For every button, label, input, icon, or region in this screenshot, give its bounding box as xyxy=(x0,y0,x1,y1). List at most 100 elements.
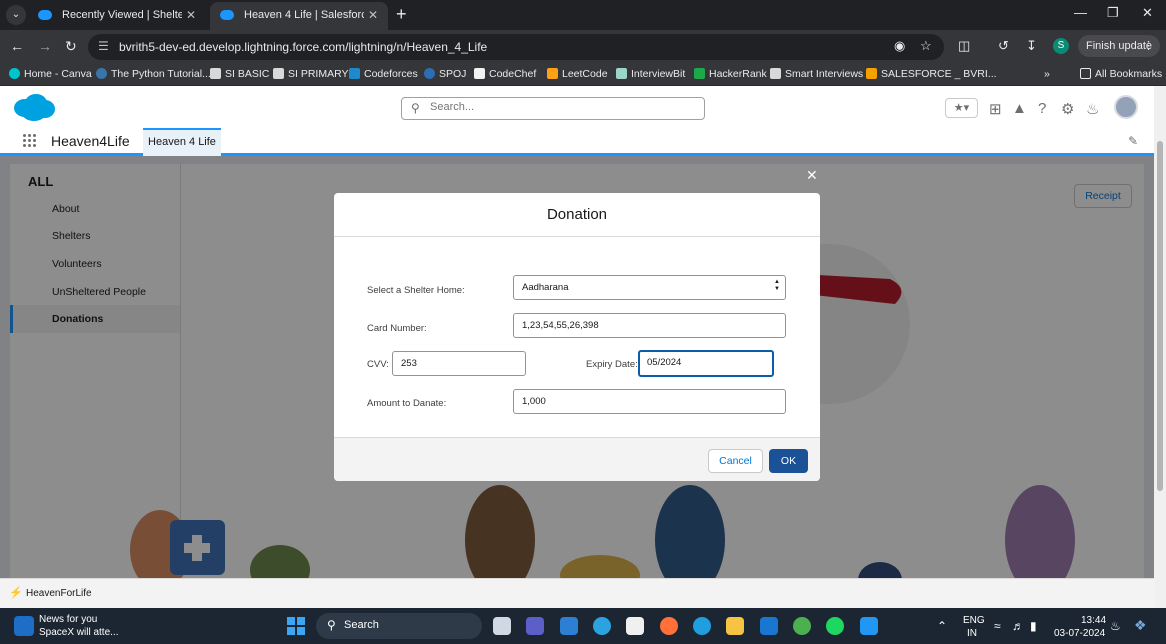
more-bookmarks-chevron-icon[interactable]: » xyxy=(1044,68,1050,80)
bookmark-salesforce-bvri[interactable]: SALESFORCE _ BVRI... xyxy=(866,68,997,80)
browser-tab-heaven4life[interactable]: Heaven 4 Life | Salesforce ✕ xyxy=(210,2,388,30)
windows-taskbar: News for you SpaceX will atte... ⚲ Searc… xyxy=(0,608,1166,644)
reload-icon[interactable]: ↻ xyxy=(65,38,77,55)
file-explorer-icon[interactable] xyxy=(726,617,744,635)
eye-icon[interactable]: ◉ xyxy=(894,38,905,54)
bookmark-interviewbit[interactable]: InterviewBit xyxy=(616,68,685,80)
restore-window-icon[interactable]: ❐ xyxy=(1107,5,1119,21)
amount-label: Amount to Danate: xyxy=(367,398,447,409)
utility-item-heavenforlife[interactable]: HeavenForLife xyxy=(26,588,92,599)
help-question-icon[interactable]: ? xyxy=(1038,100,1046,117)
shelter-home-label: Select a Shelter Home: xyxy=(367,285,465,296)
global-search-input[interactable] xyxy=(430,101,690,113)
bookmark-leetcode[interactable]: LeetCode xyxy=(547,68,608,80)
spoj-icon xyxy=(424,68,435,79)
tab-search-chevron-icon[interactable]: ⌄ xyxy=(6,5,26,25)
url-text: bvrith5-dev-ed.develop.lightning.force.c… xyxy=(119,40,488,54)
bookmark-smart-interviews[interactable]: Smart Interviews xyxy=(770,68,863,80)
input-language[interactable]: ENG xyxy=(963,615,985,626)
modal-title: Donation xyxy=(546,206,608,223)
task-view-icon[interactable] xyxy=(493,617,511,635)
bookmark-codeforces[interactable]: Codeforces xyxy=(349,68,418,80)
windows-start-icon[interactable] xyxy=(287,617,305,635)
clock-date[interactable]: 03-07-2024 xyxy=(1054,628,1105,639)
menu-dots-icon[interactable]: ⋮ xyxy=(1143,35,1154,57)
bookmark-home-canva[interactable]: Home - Canva xyxy=(9,68,92,80)
close-tab-icon[interactable]: ✕ xyxy=(368,2,378,28)
finish-update-button[interactable]: Finish update ⋮ xyxy=(1078,35,1160,57)
edit-nav-pencil-icon[interactable]: ✎ xyxy=(1128,134,1138,148)
cancel-button[interactable]: Cancel xyxy=(708,449,763,473)
bookmark-codechef[interactable]: CodeChef xyxy=(474,68,536,80)
edge-dev-icon[interactable] xyxy=(593,617,611,635)
profile-avatar[interactable]: S xyxy=(1053,38,1069,54)
news-title[interactable]: News for you xyxy=(39,614,97,625)
bookmark-hackerrank[interactable]: HackerRank xyxy=(694,68,767,80)
photos-icon[interactable] xyxy=(860,617,878,635)
bookmark-spoj[interactable]: SPOJ xyxy=(424,68,466,80)
extensions-icon[interactable]: ◫ xyxy=(958,38,970,54)
select-arrows-icon: ▲ ▼ xyxy=(774,279,780,292)
setup-gear-icon[interactable]: ⚙ xyxy=(1061,100,1074,118)
notifications-bell-icon[interactable]: ♨ xyxy=(1086,100,1099,118)
card-number-input[interactable]: 1,23,54,55,26,398 xyxy=(513,313,786,338)
chrome-icon[interactable] xyxy=(793,617,811,635)
copilot-icon[interactable]: ❖ xyxy=(1134,617,1147,634)
scrollbar-thumb[interactable] xyxy=(1157,141,1163,491)
global-search-box[interactable]: ⚲ xyxy=(401,97,705,120)
salesforce-favicon-icon xyxy=(38,10,52,20)
edge-icon[interactable] xyxy=(693,617,711,635)
address-bar[interactable]: ☰ bvrith5-dev-ed.develop.lightning.force… xyxy=(88,34,944,60)
shelter-home-select[interactable]: Aadharana ▲ ▼ xyxy=(513,275,786,300)
teams-icon[interactable] xyxy=(526,617,544,635)
user-avatar[interactable] xyxy=(1114,95,1138,119)
bookmark-python-tutorial[interactable]: The Python Tutorial... xyxy=(96,68,211,80)
expiry-date-input[interactable]: 05/2024 xyxy=(638,350,774,377)
new-tab-plus-icon[interactable]: + xyxy=(396,4,407,25)
browser-tab-shelters[interactable]: Recently Viewed | Shelters | Sal... ✕ xyxy=(28,2,206,30)
amount-input[interactable]: 1,000 xyxy=(513,389,786,414)
favorites-star-icon[interactable]: ★▾ xyxy=(945,98,978,118)
outlook-icon[interactable] xyxy=(760,617,778,635)
close-tab-icon[interactable]: ✕ xyxy=(186,2,196,28)
si-icon xyxy=(210,68,221,79)
modal-header: Donation xyxy=(334,193,820,237)
wifi-icon[interactable]: ≈ xyxy=(994,619,1001,633)
clock-time[interactable]: 13:44 xyxy=(1081,615,1106,626)
taskbar-search-label: Search xyxy=(344,619,379,631)
sync-icon[interactable]: ↺ xyxy=(998,38,1009,54)
ok-button[interactable]: OK xyxy=(769,449,808,473)
all-bookmarks-folder[interactable]: All Bookmarks xyxy=(1080,68,1162,80)
close-window-icon[interactable]: ✕ xyxy=(1142,5,1153,21)
modal-footer: Cancel OK xyxy=(334,437,820,481)
trailhead-icon[interactable]: ▲ xyxy=(1012,100,1027,117)
app-launcher-waffle-icon[interactable] xyxy=(23,134,37,148)
bookmark-star-icon[interactable]: ☆ xyxy=(920,38,932,54)
firefox-icon[interactable] xyxy=(660,617,678,635)
salesforce-logo-icon[interactable] xyxy=(12,92,56,122)
news-weather-icon[interactable] xyxy=(14,616,34,636)
bookmark-si-basic[interactable]: SI BASIC xyxy=(210,68,269,80)
download-icon[interactable]: ↧ xyxy=(1026,38,1037,54)
codechef-icon xyxy=(474,68,485,79)
volume-icon[interactable]: ♬ xyxy=(1012,619,1024,633)
page-scrollbar[interactable] xyxy=(1154,86,1166,608)
notification-bell-icon[interactable]: ♨ xyxy=(1110,619,1121,633)
back-arrow-icon[interactable]: ← xyxy=(10,38,24,54)
modal-close-icon[interactable]: ✕ xyxy=(806,167,818,184)
minimize-window-icon[interactable]: — xyxy=(1074,5,1087,20)
tab-heaven-4-life[interactable]: Heaven 4 Life xyxy=(143,128,221,156)
site-settings-icon[interactable]: ☰ xyxy=(98,39,109,53)
taskbar-search[interactable]: ⚲ Search xyxy=(316,613,482,639)
spotify-icon[interactable] xyxy=(826,617,844,635)
battery-icon[interactable]: ▮ xyxy=(1030,619,1037,633)
cvv-input[interactable]: 253 xyxy=(392,351,526,376)
mysql-workbench-icon[interactable] xyxy=(560,617,578,635)
news-subtitle[interactable]: SpaceX will atte... xyxy=(39,627,118,638)
show-hidden-icons-chevron-icon[interactable]: ⌃ xyxy=(937,619,947,633)
bookmark-si-primary[interactable]: SI PRIMARY xyxy=(273,68,349,80)
input-region[interactable]: IN xyxy=(967,628,977,639)
forward-arrow-icon[interactable]: → xyxy=(38,38,52,54)
global-actions-plus-icon[interactable]: ⊞ xyxy=(989,100,1002,118)
microsoft-store-icon[interactable] xyxy=(626,617,644,635)
